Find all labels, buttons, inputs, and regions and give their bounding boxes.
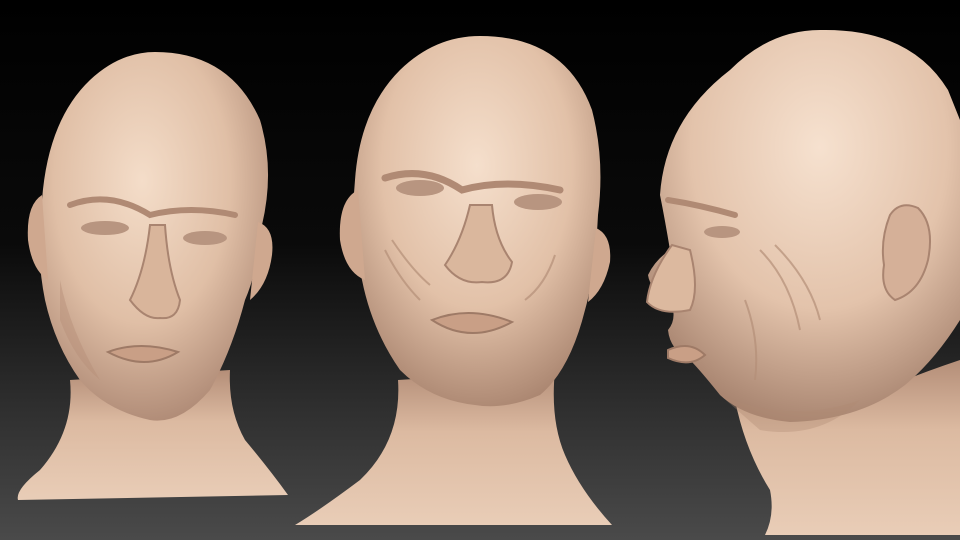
eye [704,226,740,238]
head-renders [17,29,960,535]
head-profile-view [645,29,960,535]
nose [645,243,696,313]
eye-right [183,231,227,245]
eye-left [81,221,129,235]
sculpt-viewport [0,0,960,540]
eye-right [514,194,562,210]
eye-left [396,180,444,196]
head-left-view [17,52,289,500]
head-front-view [295,36,612,525]
